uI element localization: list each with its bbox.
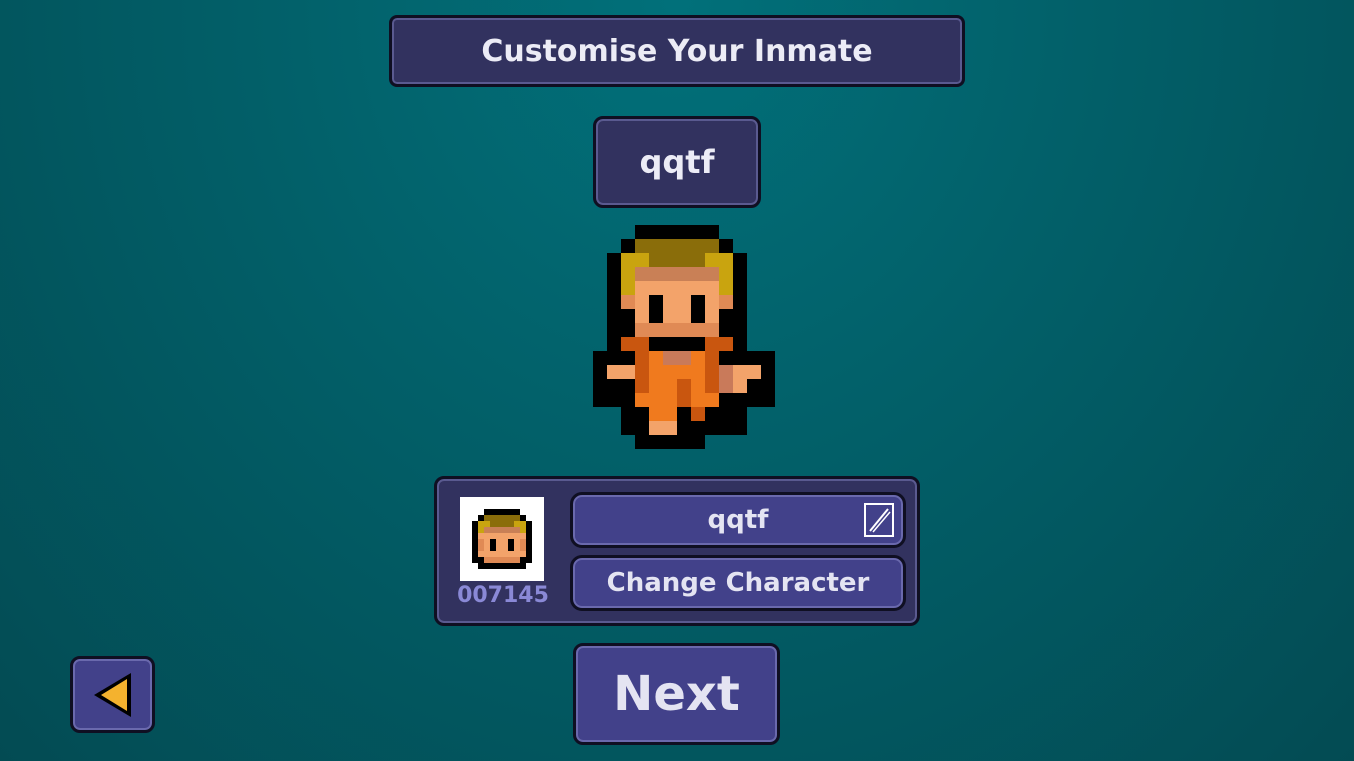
name-input-value: qqtf: [707, 505, 769, 535]
character-name-label: qqtf: [639, 143, 715, 181]
back-button[interactable]: [70, 656, 155, 733]
character-name-tag: qqtf: [593, 116, 761, 208]
name-input[interactable]: qqtf: [570, 492, 906, 548]
next-button-label: Next: [613, 666, 740, 722]
back-arrow-icon: [93, 672, 131, 717]
page-title-text: Customise Your Inmate: [481, 33, 873, 69]
pencil-edit-icon-glyph: [869, 508, 891, 533]
inmate-card: 007145 qqtf Change Character: [434, 476, 920, 626]
next-button[interactable]: Next: [573, 643, 780, 745]
inmate-portrait: [460, 497, 544, 581]
change-character-button[interactable]: Change Character: [570, 555, 906, 611]
change-character-label: Change Character: [606, 568, 870, 598]
pencil-edit-icon[interactable]: [864, 503, 894, 537]
inmate-sprite: [593, 225, 775, 449]
inmate-portrait-image: [472, 509, 532, 569]
page-title: Customise Your Inmate: [389, 15, 965, 87]
inmate-id: 007145: [457, 583, 549, 608]
